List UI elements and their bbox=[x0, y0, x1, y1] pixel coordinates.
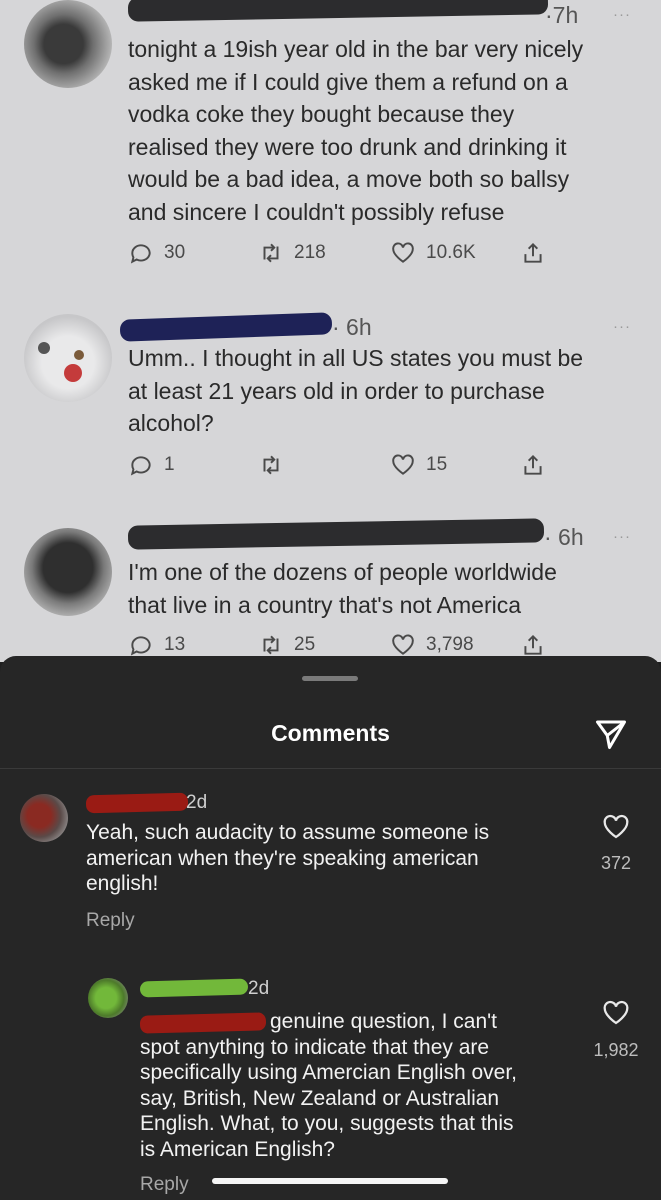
like-button[interactable]: 10.6K bbox=[390, 240, 476, 266]
like-count: 10.6K bbox=[426, 242, 476, 263]
share-icon bbox=[524, 454, 542, 475]
redacted-username bbox=[127, 0, 549, 22]
reply-icon bbox=[130, 456, 151, 476]
flower-decoration bbox=[64, 364, 82, 382]
redacted-username bbox=[139, 978, 249, 998]
like-button[interactable]: 3,798 bbox=[390, 632, 474, 658]
redacted-username bbox=[85, 792, 189, 814]
heart-icon bbox=[392, 454, 414, 475]
tweet-screenshot: ·7h ··· tonight a 19ish year old in the … bbox=[0, 0, 661, 662]
share-button[interactable] bbox=[520, 632, 546, 658]
retweet-button[interactable]: 218 bbox=[258, 240, 326, 266]
reply-count: 1 bbox=[164, 454, 175, 475]
tweet-time: ·7h bbox=[545, 2, 579, 28]
tweet-actions: 30 218 10.6K bbox=[128, 240, 648, 272]
retweet-count: 25 bbox=[294, 634, 316, 655]
more-icon[interactable]: ··· bbox=[613, 528, 631, 545]
retweet-button[interactable]: 25 bbox=[258, 632, 315, 658]
heart-icon[interactable] bbox=[601, 812, 631, 842]
like-count: 372 bbox=[600, 853, 632, 873]
share-icon bbox=[524, 242, 542, 263]
tweet-time: · 6h bbox=[332, 314, 372, 340]
reply-icon bbox=[130, 636, 151, 656]
divider bbox=[0, 768, 661, 769]
sheet-title: Comments bbox=[271, 720, 390, 746]
more-icon[interactable]: ··· bbox=[613, 318, 631, 335]
like-button[interactable]: 15 bbox=[390, 452, 447, 478]
reply-count: 30 bbox=[164, 242, 186, 263]
reply-button[interactable]: 1 bbox=[128, 452, 175, 478]
tweet-text: Umm.. I thought in all US states you mus… bbox=[128, 345, 584, 436]
reply-button[interactable]: Reply bbox=[86, 910, 135, 932]
share-button[interactable] bbox=[520, 452, 546, 478]
share-button[interactable] bbox=[520, 240, 546, 266]
heart-icon[interactable] bbox=[601, 998, 631, 1028]
like-count: 1,982 bbox=[593, 1040, 639, 1060]
comment-time: 2d bbox=[248, 978, 270, 999]
tweet-text: I'm one of the dozens of people worldwid… bbox=[128, 559, 557, 618]
like-count: 15 bbox=[426, 454, 448, 475]
home-indicator[interactable] bbox=[212, 1178, 448, 1184]
share-icon bbox=[524, 634, 542, 655]
tweet-actions: 1 15 bbox=[128, 452, 648, 484]
avatar[interactable] bbox=[24, 314, 112, 402]
comment-time: 2d bbox=[186, 792, 208, 813]
reply-icon bbox=[130, 244, 151, 264]
tweet-text: tonight a 19ish year old in the bar very… bbox=[128, 36, 584, 225]
avatar[interactable] bbox=[24, 0, 112, 88]
reply-button[interactable]: 13 bbox=[128, 632, 185, 658]
reply-button[interactable]: 30 bbox=[128, 240, 185, 266]
heart-icon bbox=[392, 242, 414, 263]
avatar[interactable] bbox=[24, 528, 112, 616]
flower-decoration bbox=[38, 342, 50, 354]
comments-sheet: Comments 2d Yeah, such audacity to assum… bbox=[0, 656, 661, 1200]
retweet-icon bbox=[263, 243, 279, 263]
retweet-icon bbox=[263, 635, 279, 655]
comment-text: genuine question, I can't spot anything … bbox=[140, 1010, 518, 1161]
send-icon[interactable] bbox=[593, 716, 629, 752]
reply-button[interactable]: Reply bbox=[140, 1174, 189, 1196]
retweet-count: 218 bbox=[294, 242, 326, 263]
comment-text: Yeah, such audacity to assume someone is… bbox=[86, 821, 490, 895]
retweet-button[interactable] bbox=[258, 452, 294, 478]
like-count: 3,798 bbox=[426, 634, 474, 655]
more-icon[interactable]: ··· bbox=[613, 6, 631, 23]
reply-count: 13 bbox=[164, 634, 186, 655]
heart-icon bbox=[392, 634, 414, 655]
retweet-icon bbox=[263, 455, 279, 475]
commenter-avatar[interactable] bbox=[88, 978, 128, 1018]
sheet-grabber[interactable] bbox=[302, 676, 358, 681]
commenter-avatar[interactable] bbox=[20, 794, 68, 842]
tweet-time: · 6h bbox=[544, 524, 584, 550]
redacted-username bbox=[119, 312, 333, 342]
flower-decoration bbox=[74, 350, 84, 360]
redacted-username bbox=[127, 518, 545, 550]
